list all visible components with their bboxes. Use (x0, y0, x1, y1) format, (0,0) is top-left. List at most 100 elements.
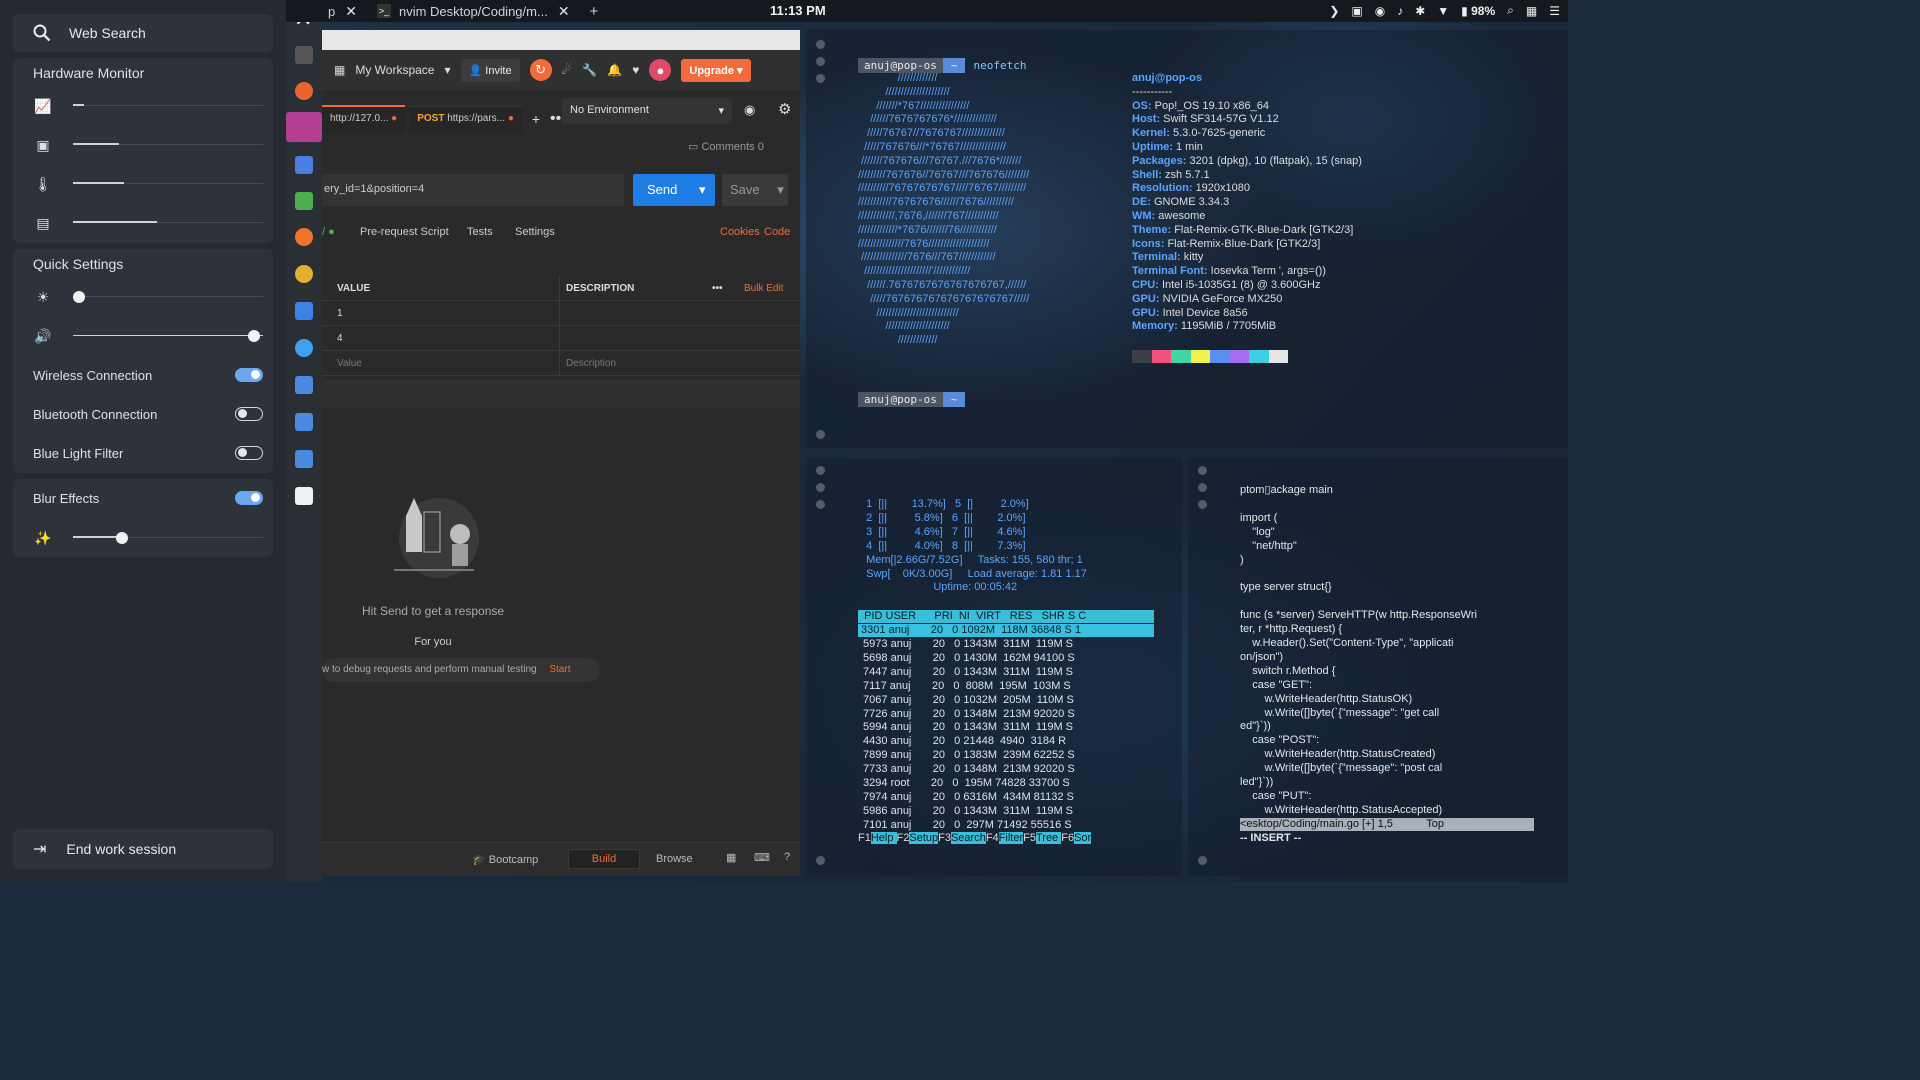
fkey-label[interactable]: Tree (1035, 832, 1062, 844)
layout-icon[interactable]: ▦ (726, 851, 736, 864)
environment-select[interactable]: No Environment ▾ (562, 98, 732, 124)
blur-toggle[interactable] (235, 491, 263, 505)
keyboard-icon[interactable]: ⌨ (754, 851, 770, 864)
chevron-right-icon[interactable]: ❯ (1329, 4, 1339, 18)
brightness-slider[interactable]: ☀ (33, 285, 263, 309)
start-link[interactable]: Start (549, 664, 570, 675)
box-icon[interactable] (295, 302, 313, 320)
sync-icon[interactable]: ↻ (529, 59, 552, 81)
web-search-card[interactable]: Web Search (13, 14, 273, 52)
save-button[interactable]: Save ▾ (722, 174, 788, 206)
wireless-toggle[interactable] (235, 368, 263, 382)
eye-icon[interactable]: ◉ (744, 102, 755, 118)
bootcamp-link[interactable]: 🎓 Bootcamp (472, 853, 538, 866)
search-icon[interactable]: ⌕ (1507, 3, 1514, 18)
fkey-label[interactable]: Setup (909, 832, 939, 844)
fkey-label[interactable]: Search (950, 832, 986, 844)
avatar[interactable]: ● (649, 59, 672, 81)
bluetooth-icon[interactable]: ✱ (1415, 4, 1425, 18)
record-icon[interactable]: ◉ (1375, 4, 1385, 18)
chrome-icon[interactable] (295, 265, 313, 283)
invite-button[interactable]: 👤 Invite (460, 58, 520, 82)
satellite-icon[interactable]: ☄ (562, 63, 573, 77)
browse-tab[interactable]: Browse (656, 853, 693, 865)
request-tab-2[interactable]: POST https://pars... ● (409, 105, 522, 133)
heart-icon[interactable]: ♥ (632, 63, 639, 77)
layout-icon[interactable]: ▦ (1526, 4, 1537, 18)
htop-selected-row[interactable]: 3301 anuj 20 0 1092M 118M 36848 S 1 (858, 624, 1154, 637)
url-input[interactable]: ery_id=1&position=4 (322, 174, 624, 206)
bluetooth-toggle-row[interactable]: Bluetooth Connection (33, 403, 263, 425)
music-icon[interactable]: ♪ (1397, 4, 1403, 18)
clock[interactable]: 11:13 PM (770, 3, 826, 18)
wrench-icon[interactable]: 🔧 (582, 63, 597, 77)
table-row[interactable]: Value Description (322, 351, 800, 376)
new-tab-button[interactable]: + (584, 0, 605, 22)
fkey-label[interactable]: Sor (1074, 832, 1092, 844)
logo-line: /////////////////////////// (858, 306, 959, 319)
firefox-icon[interactable] (295, 82, 313, 100)
code-link[interactable]: Code (764, 226, 790, 238)
volume-knob[interactable] (247, 330, 260, 342)
htop-process-list[interactable]: 5973 anuj 20 0 1343M 311M 119M S 5698 an… (860, 638, 1075, 833)
blue-light-toggle-row[interactable]: Blue Light Filter (33, 442, 263, 464)
send-button[interactable]: Send ▾ (633, 174, 715, 206)
game-icon[interactable] (295, 228, 313, 246)
table-row[interactable]: 4 (322, 326, 800, 351)
app-icon-active[interactable] (286, 112, 322, 142)
value-placeholder[interactable]: Value (322, 351, 560, 375)
description-cell[interactable] (560, 326, 800, 350)
comments-link[interactable]: ▭ Comments 0 (688, 140, 764, 153)
close-icon[interactable]: ✕ (558, 3, 570, 20)
build-tab[interactable]: Build (568, 849, 640, 869)
bell-icon[interactable]: 🔔 (607, 63, 622, 77)
htop-function-keys[interactable]: F1Help F2SetupF3SearchF4FilterF5Tree F6S… (858, 832, 1092, 845)
wireless-toggle-row[interactable]: Wireless Connection (33, 364, 263, 386)
trash-icon[interactable] (295, 487, 313, 505)
more-icon[interactable]: ••• (712, 283, 723, 294)
media-icon[interactable] (295, 192, 313, 210)
tab-1[interactable]: p ✕ (322, 0, 363, 22)
code-editor[interactable]: ptom▯ackage main import ( "log" "net/htt… (1240, 484, 1477, 818)
upgrade-button[interactable]: Upgrade ▾ (681, 58, 751, 82)
blue-light-toggle[interactable] (235, 446, 263, 460)
tab-pre-request-script[interactable]: Pre-request Script (360, 226, 449, 238)
value-cell[interactable]: 1 (322, 301, 560, 325)
workspace-select[interactable]: My Workspace (355, 63, 434, 77)
help-icon[interactable]: ? (784, 851, 790, 863)
tab-settings[interactable]: Settings (515, 226, 555, 238)
blur-toggle-row[interactable]: Blur Effects (33, 487, 263, 509)
menu-icon[interactable]: ☰ (1549, 4, 1560, 18)
close-icon[interactable]: ✕ (345, 3, 357, 20)
value-cell[interactable]: 4 (322, 326, 560, 350)
gear-icon[interactable]: ⚙ (778, 100, 791, 118)
tool-icon[interactable] (295, 339, 313, 357)
brightness-knob[interactable] (72, 291, 85, 303)
blur-slider[interactable]: ✨ (33, 526, 263, 550)
bulk-edit-link[interactable]: Bulk Edit (744, 283, 783, 294)
fkey-label[interactable]: Filter (998, 832, 1024, 844)
tab-label: nvim Desktop/Coding/m... (398, 3, 548, 19)
disk-icon[interactable]: ▣ (1351, 4, 1362, 18)
terminal-icon[interactable] (295, 46, 313, 64)
volume-slider[interactable]: 🔊 (33, 324, 263, 348)
cookies-link[interactable]: Cookies (720, 226, 760, 238)
folder-icon[interactable] (295, 156, 313, 174)
description-placeholder[interactable]: Description (560, 351, 800, 375)
tab-2[interactable]: >_ nvim Desktop/Coding/m... ✕ (371, 0, 576, 22)
description-cell[interactable] (560, 301, 800, 325)
meter-line: 4 [|| 4.0%] 8 [|| 7.3%] (860, 539, 1026, 552)
folder-icon[interactable] (295, 376, 313, 394)
tab-tests[interactable]: Tests (467, 226, 493, 238)
wifi-icon[interactable]: ▼ (1437, 4, 1449, 18)
end-session-card[interactable]: ⇥ End work session (13, 829, 273, 869)
folder-icon[interactable] (295, 413, 313, 431)
postman-window: ▦ My Workspace ▾ 👤 Invite ↻ ☄ 🔧 🔔 ♥ ● Upg… (322, 30, 800, 876)
bluetooth-toggle[interactable] (235, 407, 263, 421)
downloads-icon[interactable] (295, 450, 313, 468)
blur-knob[interactable] (116, 532, 129, 544)
fkey-label[interactable]: Help (870, 832, 897, 844)
add-tab-icon[interactable]: + (526, 111, 546, 127)
table-row[interactable]: 1 (322, 301, 800, 326)
request-tab-1[interactable]: http://127.0... ● (322, 105, 406, 133)
